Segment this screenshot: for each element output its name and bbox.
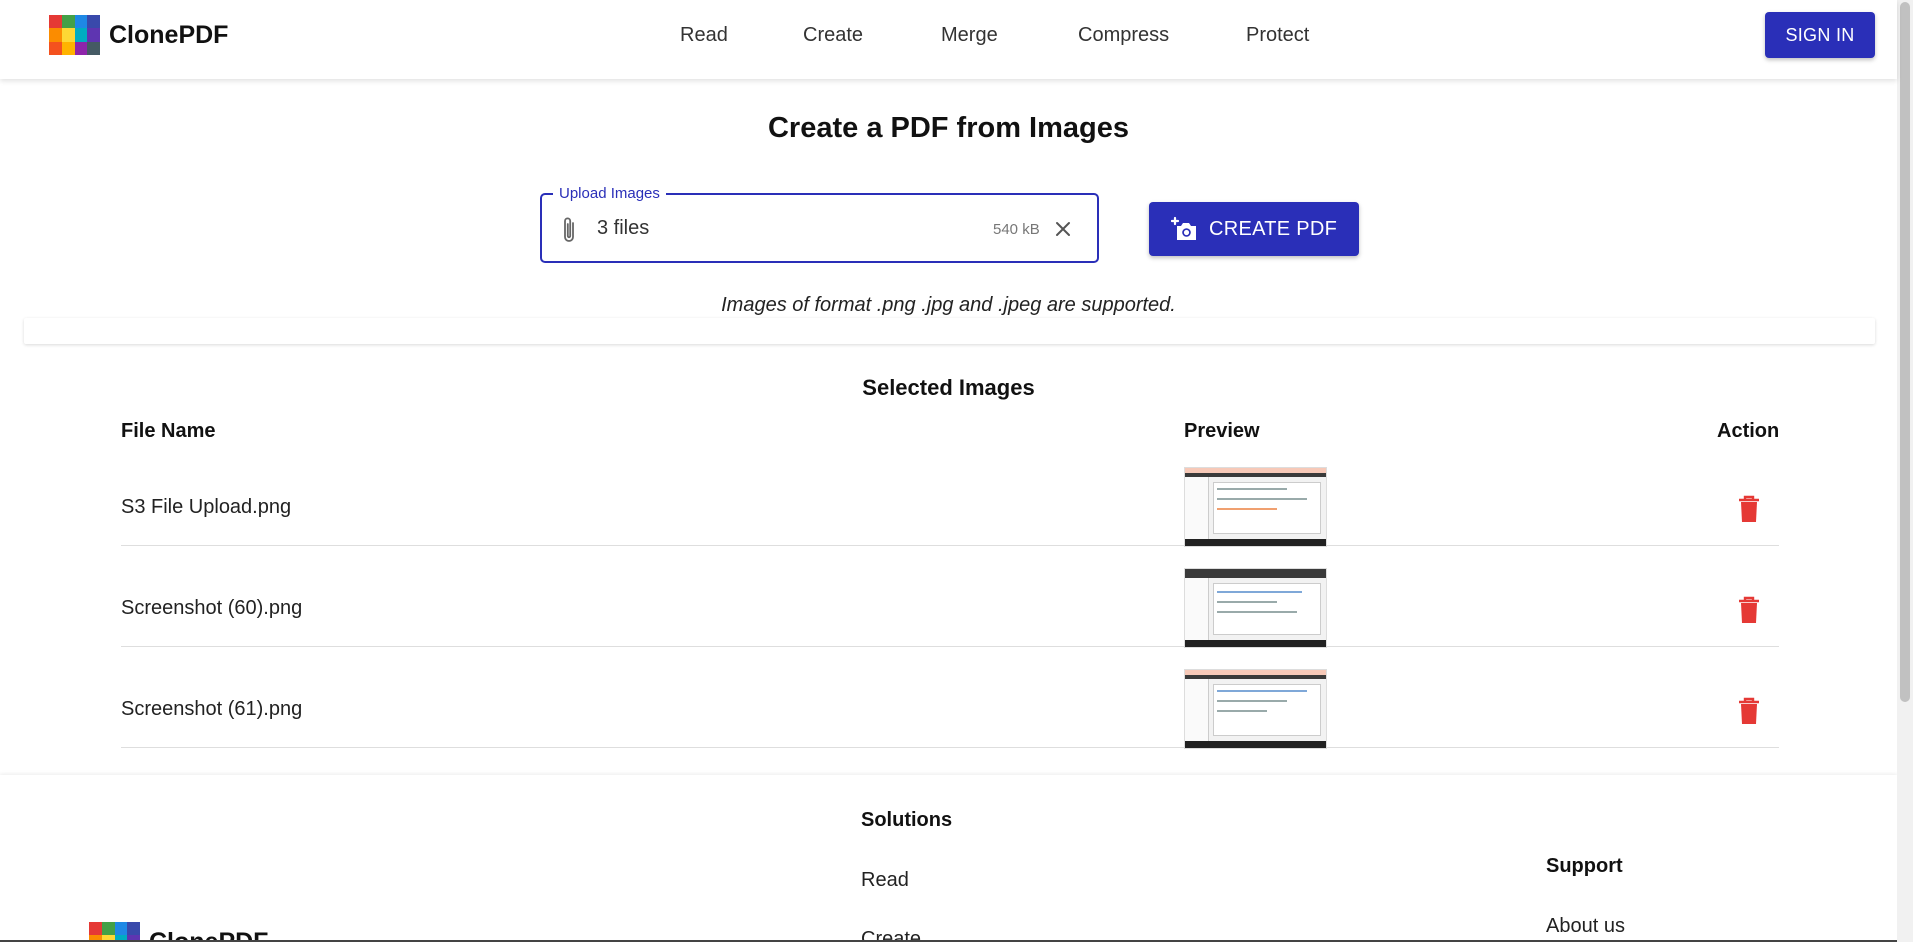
delete-icon[interactable]	[1737, 596, 1761, 624]
close-icon[interactable]	[1051, 217, 1075, 241]
column-header-preview: Preview	[1184, 420, 1260, 442]
image-preview	[1184, 568, 1327, 648]
footer-brand[interactable]: ClonePDF	[89, 922, 268, 942]
file-name: Screenshot (60).png	[121, 597, 303, 619]
create-pdf-label: CREATE PDF	[1209, 217, 1338, 240]
logo-icon	[89, 922, 140, 942]
table-row: Screenshot (60).png	[121, 546, 1779, 648]
supported-formats-note: Images of format .png .jpg and .jpeg are…	[721, 294, 1176, 316]
upload-size: 540 kB	[993, 221, 1040, 238]
image-preview	[1184, 467, 1327, 547]
scrollbar-thumb[interactable]	[1900, 2, 1910, 702]
footer: Solutions Read Create Support About us C…	[0, 775, 1897, 942]
file-name: Screenshot (61).png	[121, 698, 303, 720]
nav-protect[interactable]: Protect	[1246, 24, 1309, 47]
create-pdf-button[interactable]: CREATE PDF	[1149, 202, 1359, 256]
nav-read[interactable]: Read	[680, 24, 728, 47]
add-photo-icon	[1171, 216, 1196, 240]
footer-solutions-title: Solutions	[861, 809, 953, 831]
selected-images-title: Selected Images	[862, 375, 1035, 400]
footer-support-title: Support	[1546, 855, 1623, 877]
upload-label: Upload Images	[553, 185, 666, 202]
nav-compress[interactable]: Compress	[1078, 24, 1169, 47]
sign-in-button[interactable]: SIGN IN	[1765, 12, 1875, 58]
divider	[24, 318, 1875, 344]
logo-icon	[49, 15, 100, 55]
paperclip-icon	[564, 217, 574, 242]
nav-create[interactable]: Create	[803, 24, 863, 47]
column-header-action: Action	[1717, 420, 1780, 442]
page-title: Create a PDF from Images	[767, 112, 1129, 144]
footer-link-about-us[interactable]: About us	[1546, 915, 1625, 938]
nav-merge[interactable]: Merge	[941, 24, 998, 47]
file-name: S3 File Upload.png	[121, 496, 292, 518]
brand-link[interactable]: ClonePDF	[49, 15, 228, 55]
column-header-file-name: File Name	[121, 420, 216, 442]
top-navbar: ClonePDF Read Create Merge Compress Prot…	[0, 0, 1897, 79]
delete-icon[interactable]	[1737, 495, 1761, 523]
delete-icon[interactable]	[1737, 697, 1761, 725]
table-row: S3 File Upload.png	[121, 445, 1779, 547]
upload-images-field[interactable]: Upload Images 3 files 540 kB	[540, 185, 1099, 263]
table-row: Screenshot (61).png	[121, 647, 1779, 749]
upload-value: 3 files	[597, 217, 650, 239]
brand-name: ClonePDF	[109, 20, 229, 49]
image-preview	[1184, 669, 1327, 749]
footer-link-read[interactable]: Read	[861, 869, 909, 892]
